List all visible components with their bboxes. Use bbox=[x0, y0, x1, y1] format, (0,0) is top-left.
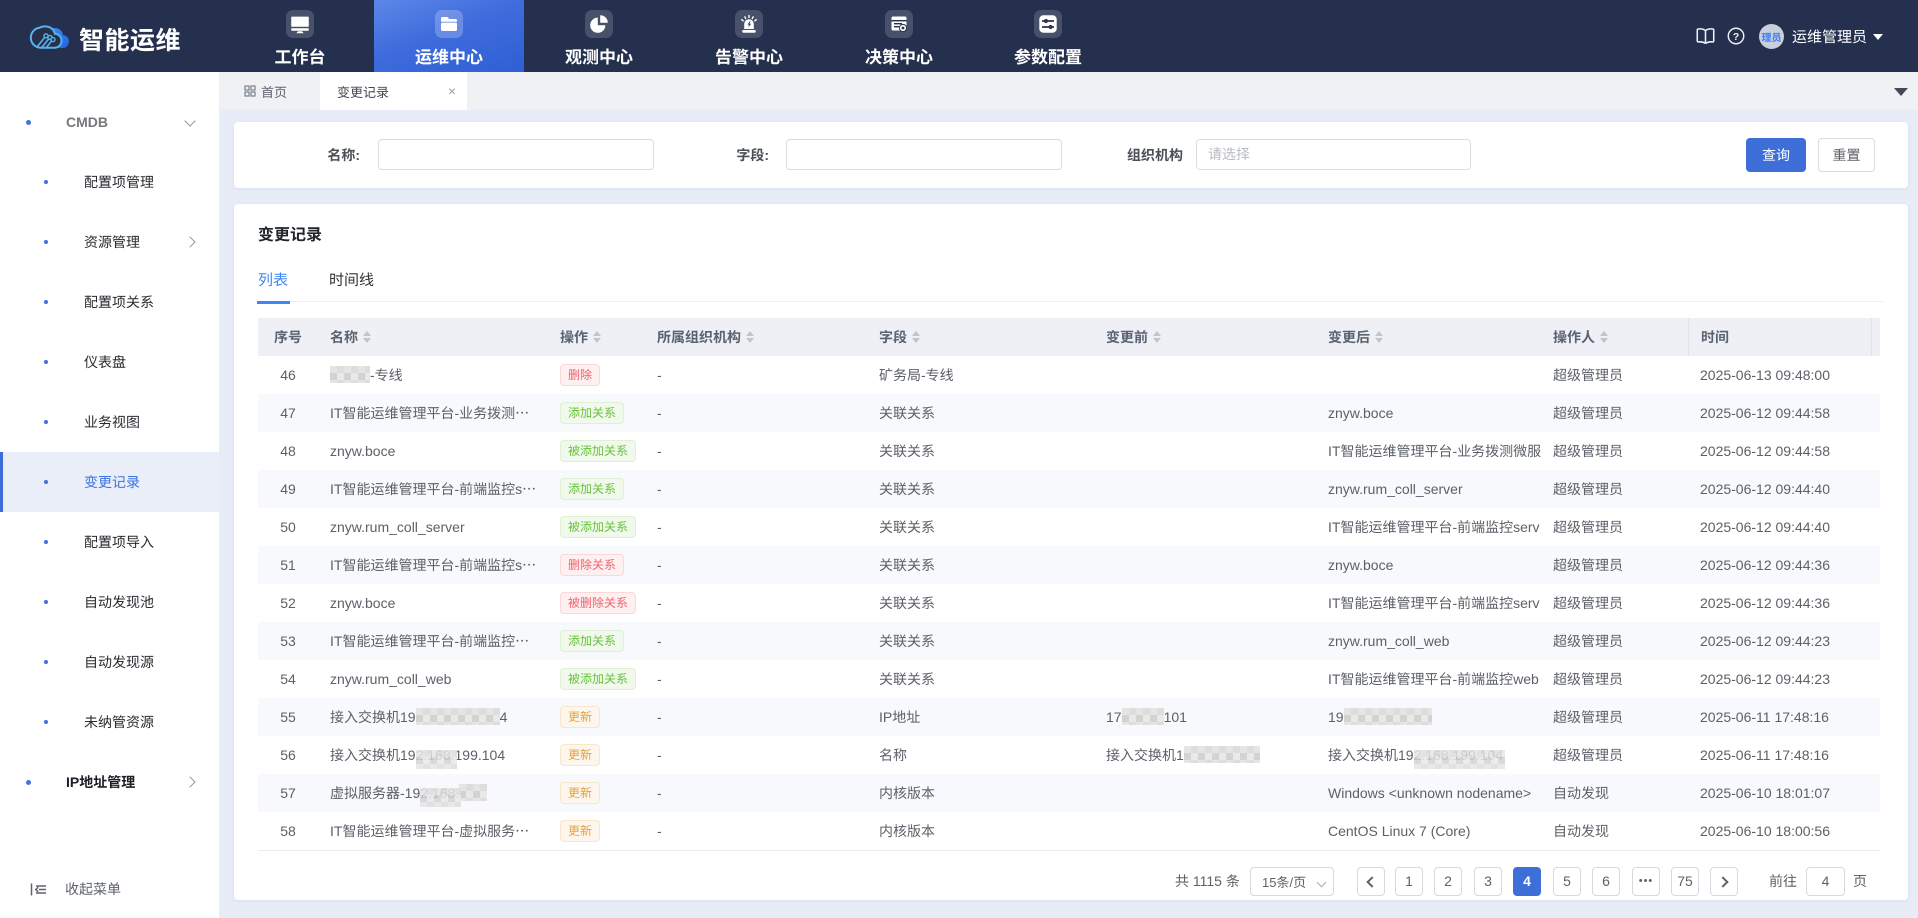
svg-text:?: ? bbox=[1733, 32, 1739, 43]
